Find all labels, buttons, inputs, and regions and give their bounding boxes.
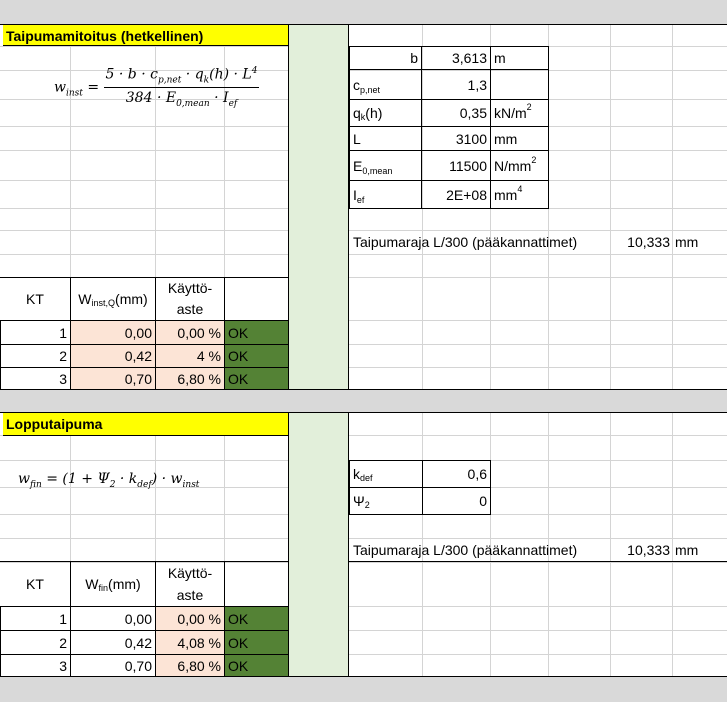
param-value-cell[interactable]: 0,35 <box>421 99 491 127</box>
row-status-ok[interactable]: OK <box>224 367 289 390</box>
row-kt[interactable]: 2 <box>0 344 71 368</box>
row-w[interactable]: 0,00 <box>70 320 156 345</box>
param-value-cell[interactable]: 0 <box>422 487 491 515</box>
param-name-cell[interactable]: k def <box>349 460 423 488</box>
limit-value[interactable]: 10,333 <box>610 230 673 254</box>
header-kt[interactable]: KT <box>0 562 70 606</box>
header-kayttoaste[interactable]: Käyttö-aste <box>155 278 225 320</box>
param-value-cell[interactable]: 3,613 <box>421 46 491 70</box>
row-w[interactable]: 0,70 <box>70 654 156 677</box>
row-status-ok[interactable]: OK <box>224 344 289 368</box>
param-name-cell[interactable]: Ψ2 <box>349 487 423 515</box>
middle-band <box>0 390 727 412</box>
row-w[interactable]: 0,42 <box>70 344 156 368</box>
row-status-ok[interactable]: OK <box>224 654 289 677</box>
row-status-ok[interactable]: OK <box>224 630 289 655</box>
param-name-cell[interactable]: c p,net <box>349 69 422 100</box>
row-status-ok[interactable]: OK <box>224 606 289 631</box>
row-w[interactable]: 0,70 <box>70 367 156 390</box>
param-value-cell[interactable]: 11500 <box>421 150 491 181</box>
limit-value[interactable]: 10,333 <box>610 538 673 562</box>
row-w[interactable]: 0,00 <box>70 606 156 631</box>
header-kt[interactable]: KT <box>0 278 70 320</box>
row-status-ok[interactable]: OK <box>224 320 289 345</box>
param-unit-cell[interactable]: m <box>490 46 549 70</box>
header-w[interactable]: Winst,Q (mm) <box>70 278 155 320</box>
row-kt[interactable]: 2 <box>0 630 71 655</box>
row-aste[interactable]: 0,00 % <box>155 606 225 631</box>
top-band <box>0 0 727 24</box>
param-unit-cell[interactable]: mm 4 <box>490 180 549 209</box>
header-w[interactable]: Wfin (mm) <box>70 562 155 606</box>
param-name-cell[interactable]: q k (h) <box>349 99 422 127</box>
row-kt[interactable]: 3 <box>0 654 71 677</box>
param-name-cell[interactable]: E 0,mean <box>349 150 422 181</box>
param-value-cell[interactable]: 3100 <box>421 126 491 151</box>
row-kt[interactable]: 3 <box>0 367 71 390</box>
param-value-cell[interactable]: 2E+08 <box>421 180 491 209</box>
section2-title[interactable]: Lopputaipuma <box>3 412 288 436</box>
param-value-cell[interactable]: 0,6 <box>422 460 491 488</box>
row-w[interactable]: 0,42 <box>70 630 156 655</box>
bottom-band <box>0 677 727 702</box>
section1-formula: winst = 5 · b · cp,net · qk(h) · L4 384 … <box>54 66 260 110</box>
limit-label[interactable]: Taipumaraja L/300 (pääkannattimet) <box>350 230 612 254</box>
param-unit-cell[interactable]: mm <box>490 126 549 151</box>
row-kt[interactable]: 1 <box>0 606 71 631</box>
row-aste[interactable]: 0,00 % <box>155 320 225 345</box>
param-name-cell[interactable]: L <box>349 126 422 151</box>
section2-formula: wfin = (1 + Ψ2 · kdef) · winst <box>18 471 200 490</box>
param-value-cell[interactable]: 1,3 <box>421 69 491 100</box>
limit-label[interactable]: Taipumaraja L/300 (pääkannattimet) <box>350 538 612 562</box>
param-unit-cell[interactable]: N/mm 2 <box>490 150 549 181</box>
row-aste[interactable]: 4,08 % <box>155 630 225 655</box>
param-unit-cell[interactable] <box>490 69 549 100</box>
param-name-cell[interactable]: Ief <box>349 180 422 209</box>
param-unit-cell[interactable]: kN/m 2 <box>490 99 549 127</box>
param-name-cell[interactable]: b <box>349 46 422 70</box>
row-aste[interactable]: 4 % <box>155 344 225 368</box>
row-kt[interactable]: 1 <box>0 320 71 345</box>
limit-unit[interactable]: mm <box>672 538 727 562</box>
row-aste[interactable]: 6,80 % <box>155 654 225 677</box>
section1-title[interactable]: Taipumamitoitus (hetkellinen) <box>3 24 288 46</box>
row-aste[interactable]: 6,80 % <box>155 367 225 390</box>
header-kayttoaste[interactable]: Käyttö-aste <box>155 562 225 606</box>
limit-unit[interactable]: mm <box>672 230 727 254</box>
